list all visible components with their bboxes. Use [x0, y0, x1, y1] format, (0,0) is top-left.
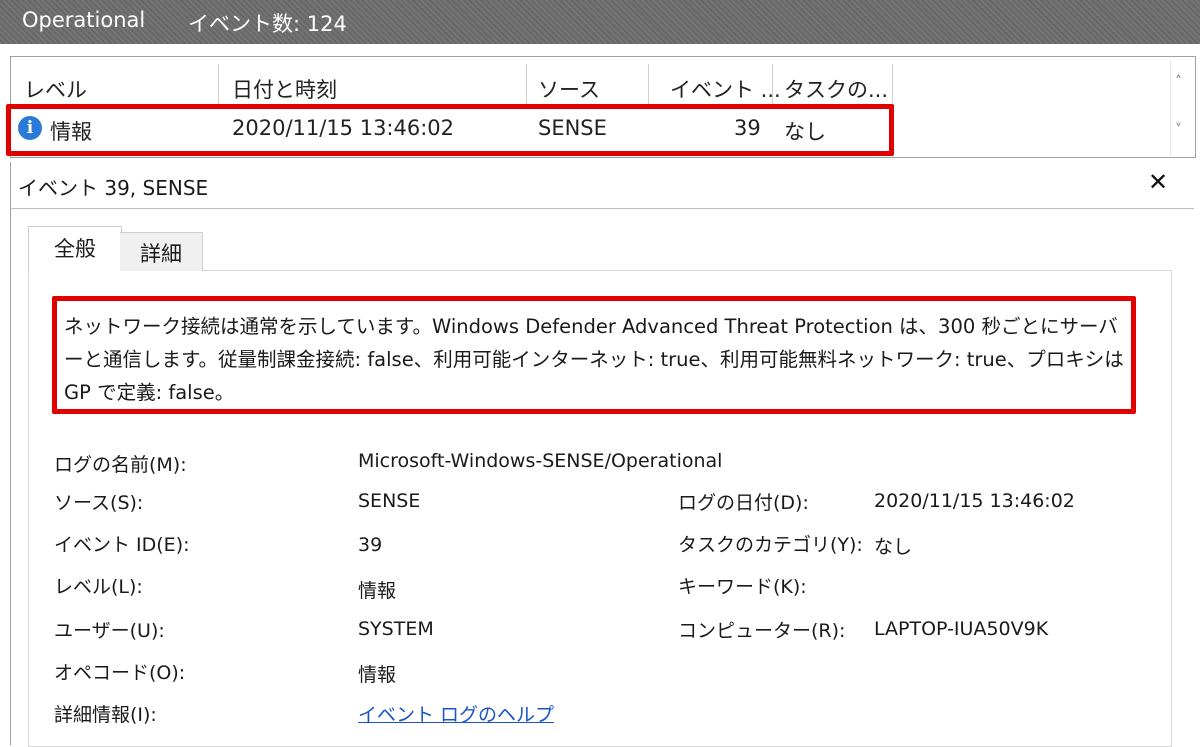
source-value: SENSE	[358, 490, 421, 512]
log-title-bar	[0, 0, 1200, 44]
detail-title: イベント 39, SENSE	[18, 176, 209, 200]
more-info-label: 詳細情報(I):	[54, 704, 157, 726]
close-icon[interactable]: ✕	[1148, 168, 1168, 196]
row-highlight-box	[6, 104, 894, 156]
computer-label: コンピューター(R):	[678, 620, 846, 642]
log-name-label: ログの名前(M):	[54, 454, 187, 476]
user-value: SYSTEM	[358, 618, 434, 640]
tab-details[interactable]: 詳細	[120, 232, 203, 271]
chevron-up-icon[interactable]: ˄	[1175, 74, 1182, 90]
column-header-source[interactable]: ソース	[538, 74, 600, 106]
event-id-value: 39	[358, 534, 383, 556]
computer-value: LAPTOP-IUA50V9K	[874, 618, 1049, 640]
event-count: イベント数: 124	[188, 12, 347, 36]
chevron-down-icon[interactable]: ˅	[1175, 122, 1182, 138]
keywords-label: キーワード(K):	[678, 576, 807, 598]
column-divider[interactable]	[892, 64, 893, 108]
source-label: ソース(S):	[54, 492, 144, 514]
task-category-value: なし	[874, 536, 913, 558]
task-category-label: タスクのカテゴリ(Y):	[678, 534, 863, 556]
user-label: ユーザー(U):	[54, 620, 165, 642]
opcode-value: 情報	[358, 664, 397, 686]
event-message: ネットワーク接続は通常を示しています。Windows Defender Adva…	[64, 315, 1124, 404]
tab-general[interactable]: 全般	[28, 226, 122, 271]
log-name: Operational	[22, 8, 146, 32]
logged-label: ログの日付(D):	[678, 492, 809, 514]
column-divider[interactable]	[526, 64, 527, 108]
logged-value: 2020/11/15 13:46:02	[874, 490, 1075, 512]
column-header-task[interactable]: タスクの...	[784, 74, 888, 106]
column-divider[interactable]	[218, 64, 219, 108]
level-label: レベル(L):	[54, 576, 143, 598]
column-divider[interactable]	[648, 64, 649, 108]
divider	[10, 208, 1194, 209]
column-header-level[interactable]: レベル	[24, 74, 87, 106]
column-divider[interactable]	[772, 64, 773, 108]
list-scrollbar[interactable]: ˄ ˅	[1170, 60, 1193, 156]
column-header-datetime[interactable]: 日付と時刻	[232, 74, 337, 106]
event-id-label: イベント ID(E):	[54, 534, 190, 556]
opcode-label: オペコード(O):	[54, 662, 186, 684]
log-name-value: Microsoft-Windows-SENSE/Operational	[358, 450, 723, 472]
event-log-help-link[interactable]: イベント ログのヘルプ	[358, 700, 554, 727]
column-header-event-id[interactable]: イベント ...	[670, 74, 781, 106]
level-value: 情報	[358, 580, 397, 602]
